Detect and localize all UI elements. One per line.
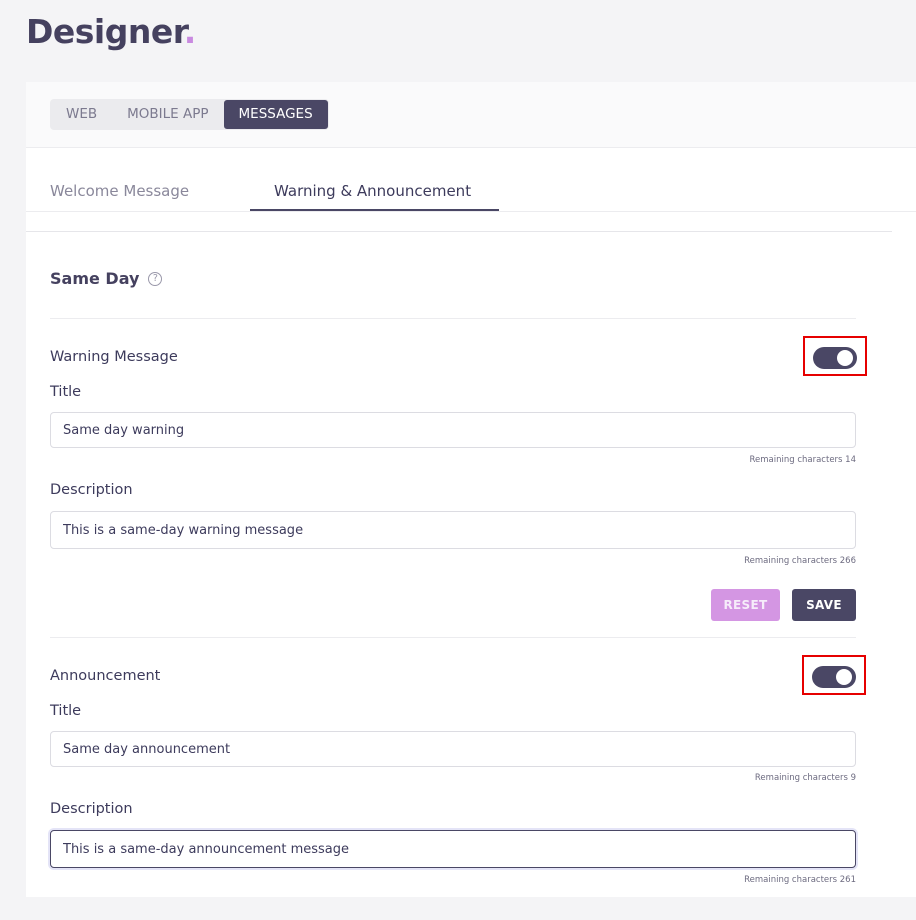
page-title-dot: . [183,12,197,51]
tab-messages[interactable]: MESSAGES [223,100,328,129]
warning-description-input[interactable] [50,511,856,549]
warning-title-input[interactable] [50,412,856,448]
tab-welcome-message[interactable]: Welcome Message [50,182,189,200]
active-tab-indicator [250,209,499,211]
announcement-title-input[interactable] [50,731,856,767]
warning-message-toggle[interactable] [813,347,857,369]
announcement-title-remaining: Remaining characters 9 [754,773,856,783]
section-title: Same Day [50,269,140,288]
page-title: Designer. [26,12,196,51]
announcement-toggle[interactable] [812,666,856,688]
divider [50,637,856,638]
warning-title-remaining: Remaining characters 14 [749,455,857,465]
announcement-label: Announcement [50,668,161,684]
section-heading: Same Day ? [50,269,163,288]
warning-toggle-highlight [803,336,867,376]
announcement-description-remaining: Remaining characters 261 [744,875,856,885]
warning-title-label: Title [50,384,82,400]
toggle-knob [836,669,852,685]
page-title-text: Designer [26,12,184,51]
announcement-toggle-highlight [802,655,866,695]
designer-card: WEB MOBILE APP MESSAGES Welcome Message … [26,82,916,897]
announcement-description-input[interactable] [50,830,856,868]
tab-mobile-app[interactable]: MOBILE APP [112,100,223,129]
tab-warning-announcement[interactable]: Warning & Announcement [274,182,471,200]
warning-message-label: Warning Message [50,349,178,365]
warning-description-label: Description [50,482,133,498]
warning-description-remaining: Remaining characters 266 [744,556,856,566]
card-header: WEB MOBILE APP MESSAGES [26,82,916,148]
announcement-title-label: Title [50,703,82,719]
message-tabs: Welcome Message Warning & Announcement [26,148,916,212]
divider [26,231,892,232]
divider [50,318,856,319]
platform-tabs: WEB MOBILE APP MESSAGES [50,99,329,130]
save-button[interactable]: SAVE [792,589,856,621]
reset-button[interactable]: RESET [711,589,780,621]
toggle-knob [837,350,853,366]
tab-web[interactable]: WEB [51,100,112,129]
announcement-description-label: Description [50,801,133,817]
question-circle-icon[interactable]: ? [148,271,163,286]
